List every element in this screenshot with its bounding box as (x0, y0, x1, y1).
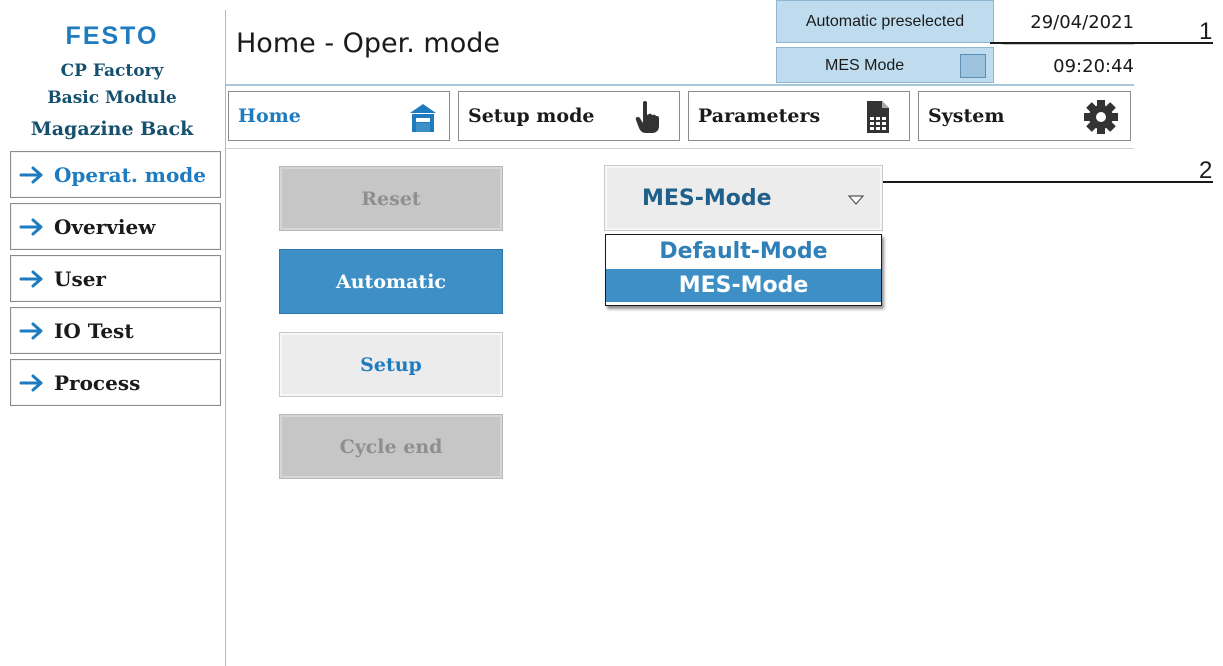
automatic-button[interactable]: Automatic (279, 249, 503, 314)
cycle-end-button[interactable]: Cycle end (279, 414, 503, 479)
mes-mode-label: MES Mode (825, 57, 905, 74)
page-title: Home - Oper. mode (236, 28, 501, 59)
callout-line-1 (990, 42, 1213, 44)
sidebar-item-label: User (54, 266, 106, 291)
time-display: 09:20:44 (1053, 56, 1134, 77)
title-underline (226, 84, 1134, 86)
document-table-icon (859, 99, 897, 135)
callout-number-1: 1 (1199, 18, 1213, 45)
sidebar-item-user[interactable]: User (10, 255, 221, 302)
sidebar-item-label: Operat. mode (54, 162, 207, 187)
mode-dropdown[interactable]: MES-Mode (604, 165, 883, 231)
sidebar-item-operat-mode[interactable]: Operat. mode (10, 151, 221, 198)
brand-line-module: Basic Module (47, 88, 177, 108)
callout-number-2: 2 (1199, 157, 1213, 184)
nav-home-label: Home (238, 105, 301, 127)
brand-block: FESTO CP Factory Basic Module Magazine B… (0, 0, 224, 146)
callout-line-2 (858, 181, 1213, 183)
sidebar-item-label: Overview (54, 214, 156, 239)
brand-line-station: Magazine Back (30, 118, 194, 140)
arrow-right-icon (19, 218, 43, 235)
vertical-divider (225, 10, 226, 666)
arrow-right-icon (19, 322, 43, 339)
sidebar-item-label: Process (54, 370, 141, 395)
arrow-right-icon (19, 374, 43, 391)
nav-system-label: System (928, 105, 1005, 127)
status-mes-mode: MES Mode (776, 47, 994, 83)
nav-home-button[interactable]: Home (228, 91, 450, 141)
gear-icon (1082, 99, 1120, 135)
nav-parameters-label: Parameters (698, 105, 821, 127)
festo-logo: FESTO (65, 22, 159, 50)
nav-system-button[interactable]: System (918, 91, 1131, 141)
arrow-right-icon (19, 166, 43, 183)
setup-button[interactable]: Setup (279, 332, 503, 397)
mes-mode-indicator (960, 54, 986, 78)
dropdown-option-mes-mode[interactable]: MES-Mode (606, 269, 881, 302)
mode-dropdown-list: Default-Mode MES-Mode (605, 234, 882, 306)
nav-setup-mode-button[interactable]: Setup mode (458, 91, 680, 141)
sidebar-item-label: IO Test (54, 318, 134, 343)
home-icon (404, 99, 442, 135)
mode-dropdown-value: MES-Mode (642, 186, 772, 211)
arrow-right-icon (19, 270, 43, 287)
sidebar-item-overview[interactable]: Overview (10, 203, 221, 250)
sidebar-item-process[interactable]: Process (10, 359, 221, 406)
nav-underline (226, 148, 1134, 149)
dropdown-option-default-mode[interactable]: Default-Mode (606, 235, 881, 268)
sidebar-item-io-test[interactable]: IO Test (10, 307, 221, 354)
brand-line-factory: CP Factory (60, 61, 164, 81)
reset-button[interactable]: Reset (279, 166, 503, 231)
hand-pointer-icon (629, 99, 667, 135)
date-time-separator (1003, 44, 1134, 45)
status-text: Automatic preselected (805, 12, 965, 30)
date-display: 29/04/2021 (1030, 12, 1134, 33)
nav-parameters-button[interactable]: Parameters (688, 91, 910, 141)
status-automatic-preselected: Automatic preselected (776, 0, 994, 43)
nav-setup-mode-label: Setup mode (468, 105, 595, 127)
chevron-down-icon (848, 195, 864, 205)
